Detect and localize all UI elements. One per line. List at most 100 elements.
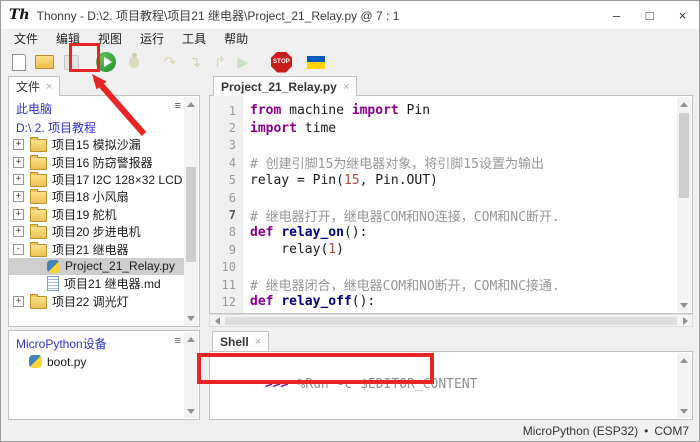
scroll-up-icon[interactable] <box>677 97 691 111</box>
tree-item-label: 项目16 防窃警报器 <box>52 154 153 171</box>
tab-shell-close-icon[interactable]: × <box>255 336 261 348</box>
tree-item[interactable]: +项目19 舵机 <box>9 206 184 223</box>
backend-label[interactable]: MicroPython (ESP32) <box>523 424 638 438</box>
expand-icon[interactable]: + <box>13 139 24 150</box>
code-segment: def <box>250 294 273 309</box>
expand-icon[interactable]: + <box>13 296 24 307</box>
menu-item-文件[interactable]: 文件 <box>5 30 47 47</box>
close-button[interactable]: × <box>666 1 699 29</box>
tree-item[interactable]: 项目21 继电器.md <box>9 275 184 292</box>
scroll-right-icon[interactable] <box>678 315 692 326</box>
python-icon <box>47 260 60 273</box>
minimize-button[interactable]: – <box>600 1 633 29</box>
resume-icon[interactable]: ▶ <box>233 50 253 74</box>
line-number: 4 <box>210 156 236 170</box>
expand-icon[interactable]: + <box>13 191 24 202</box>
line-number: 6 <box>210 191 236 205</box>
tree-item[interactable]: +项目17 I2C 128×32 LCD <box>9 171 184 188</box>
tree-item-label: 项目22 调光灯 <box>52 293 129 310</box>
editor-scrollbar[interactable] <box>677 97 691 312</box>
menu-item-视图[interactable]: 视图 <box>89 30 131 47</box>
device-file-list: boot.py <box>9 353 184 370</box>
shell-scrollbar[interactable] <box>677 353 691 418</box>
expand-icon[interactable]: + <box>13 209 24 220</box>
line-number: 7 <box>210 208 236 222</box>
scroll-up-icon[interactable] <box>677 353 691 367</box>
stop-icon[interactable]: STOP <box>271 52 292 73</box>
code-segment: # 继电器打开，继电器COM和NO连接，COM和NC断开. <box>250 210 560 225</box>
menu-item-工具[interactable]: 工具 <box>173 30 215 47</box>
expand-icon[interactable]: + <box>13 174 24 185</box>
run-icon[interactable] <box>96 50 116 74</box>
tree-item[interactable]: + 项目15 模拟沙漏 <box>9 136 184 153</box>
shell-prompt-line[interactable]: >>>%Run -c $EDITOR_CONTENT <box>210 352 692 407</box>
code-segment: Pin <box>399 103 430 118</box>
debug-icon[interactable] <box>124 50 144 74</box>
step-into-icon[interactable]: ↴ <box>185 50 205 74</box>
scroll-down-icon[interactable] <box>184 311 198 325</box>
tab-editor-close-icon[interactable]: × <box>343 81 349 93</box>
code-line: 4 # 创建引脚15为继电器对象，将引脚15设置为输出 <box>210 154 677 171</box>
micropython-device-panel: MicroPython设备 ≡ boot.py <box>8 330 200 420</box>
tree-item[interactable]: +项目20 步进电机 <box>9 223 184 240</box>
expand-icon[interactable]: + <box>13 226 24 237</box>
folder-icon <box>30 157 47 170</box>
device-file-item[interactable]: boot.py <box>9 353 184 370</box>
device-panel-header: MicroPython设备 <box>9 331 199 353</box>
scroll-down-icon[interactable] <box>677 404 691 418</box>
file-tree: + 项目15 模拟沙漏 + 项目16 防窃警报器+项目17 I2C 128×32 LC… <box>9 136 184 310</box>
code-segment: # 创建引脚15为继电器对象，将引脚15设置为输出 <box>250 157 544 172</box>
code-area[interactable]: 1from machine import Pin2import time34# … <box>210 102 677 311</box>
tab-files-close-icon[interactable]: × <box>46 81 52 93</box>
code-segment: relay = Pin( <box>250 173 344 188</box>
play-glyph <box>104 57 112 67</box>
tree-item[interactable]: + 项目16 防窃警报器 <box>9 153 184 170</box>
thonny-logo-icon: Th <box>9 7 30 23</box>
code-segment: , Pin.OUT) <box>360 173 438 188</box>
tab-shell[interactable]: Shell × <box>212 331 269 351</box>
device-menu-icon[interactable]: ≡ <box>175 336 181 346</box>
folder-icon <box>30 174 47 187</box>
files-menu-icon[interactable]: ≡ <box>175 101 181 111</box>
code-editor[interactable]: 1from machine import Pin2import time34# … <box>209 95 693 314</box>
open-file-icon[interactable] <box>34 50 54 74</box>
tree-item[interactable]: Project_21_Relay.py <box>9 258 184 275</box>
expand-icon[interactable]: + <box>13 157 24 168</box>
scroll-down-icon[interactable] <box>677 298 691 312</box>
ukraine-flag-icon[interactable] <box>306 56 326 69</box>
code-segment: from <box>250 103 281 118</box>
tab-editor[interactable]: Project_21_Relay.py × <box>213 76 357 96</box>
files-scrollbar[interactable] <box>184 97 198 325</box>
menu-item-帮助[interactable]: 帮助 <box>215 30 257 47</box>
scroll-up-icon[interactable] <box>184 97 198 111</box>
new-file-icon[interactable] <box>9 50 29 74</box>
code-line: 7 # 继电器打开，继电器COM和NO连接，COM和NC断开. <box>210 206 677 223</box>
tree-item[interactable]: + 项目18 小风扇 <box>9 188 184 205</box>
port-label[interactable]: COM7 <box>654 424 689 438</box>
line-number: 3 <box>210 138 236 152</box>
files-path[interactable]: D:\ 2. 项目教程 <box>9 118 199 138</box>
tab-files[interactable]: 文件 × <box>8 76 60 96</box>
line-number: 9 <box>210 243 236 257</box>
menu-item-编辑[interactable]: 编辑 <box>47 30 89 47</box>
tree-item[interactable]: -项目21 继电器 <box>9 240 184 257</box>
this-computer-label[interactable]: 此电脑 <box>9 96 199 118</box>
scroll-down-icon[interactable] <box>184 404 198 418</box>
scroll-up-icon[interactable] <box>184 332 198 346</box>
tree-item[interactable]: + 项目22 调光灯 <box>9 293 184 310</box>
code-segment: import <box>352 103 399 118</box>
tree-item-label: 项目21 继电器.md <box>64 275 161 292</box>
step-out-icon[interactable]: ↱ <box>210 50 230 74</box>
save-file-icon[interactable] <box>61 50 81 74</box>
maximize-button[interactable]: □ <box>633 1 666 29</box>
shell-panel[interactable]: >>>%Run -c $EDITOR_CONTENT <box>209 351 693 420</box>
step-over-icon[interactable]: ↷ <box>160 50 180 74</box>
editor-horizontal-scrollbar[interactable] <box>209 314 693 327</box>
tree-item-label: 项目18 小风扇 <box>52 188 129 205</box>
tree-item-label: 项目15 模拟沙漏 <box>52 136 141 153</box>
menu-item-运行[interactable]: 运行 <box>131 30 173 47</box>
collapse-icon[interactable]: - <box>13 244 24 255</box>
tree-item-label: Project_21_Relay.py <box>65 259 175 273</box>
device-scrollbar[interactable] <box>184 332 198 418</box>
scroll-left-icon[interactable] <box>210 315 224 326</box>
